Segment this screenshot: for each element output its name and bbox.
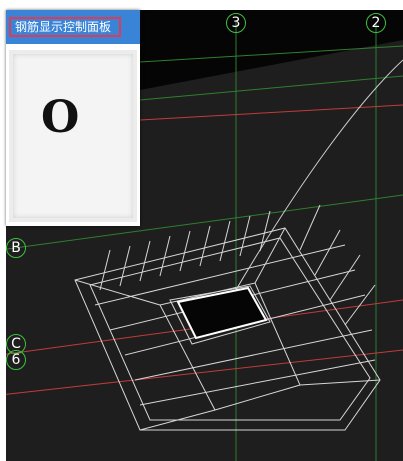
rebar-display-control-panel[interactable]: 钢筋显示控制面板 O [6,10,140,226]
opening-void [176,286,268,340]
axis-bubble-6: 6 [6,350,26,370]
preview-glyph: O [41,92,80,143]
black-sky-region [140,10,403,90]
axis-bubble-3: 3 [226,13,246,33]
panel-title: 钢筋显示控制面板 [9,17,121,37]
curve-line [229,59,403,301]
axis-bubble-b: B [6,238,26,258]
preview-card: O [13,54,133,218]
panel-header[interactable]: 钢筋显示控制面板 [6,10,140,44]
axis-bubble-2: 2 [366,13,386,33]
top-edge [0,0,403,10]
panel-preview-area: O [9,50,137,222]
